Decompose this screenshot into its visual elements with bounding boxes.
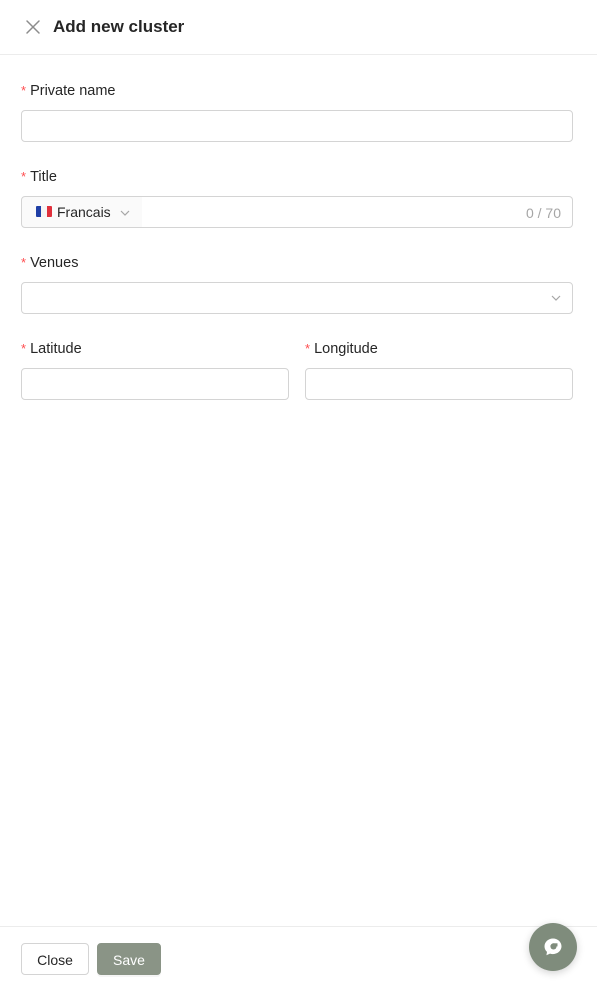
- add-cluster-drawer: Add new cluster * Private name * Title Fra…: [0, 0, 597, 991]
- required-mark: *: [305, 341, 311, 356]
- title-char-counter: 0 / 70: [525, 205, 561, 221]
- language-select-value: Francais: [57, 204, 111, 220]
- title-input[interactable]: 0 / 70: [142, 196, 573, 228]
- required-mark: *: [21, 83, 27, 98]
- close-icon[interactable]: [24, 18, 42, 36]
- required-mark: *: [21, 255, 27, 270]
- private-name-input[interactable]: [21, 110, 573, 142]
- save-button[interactable]: Save: [97, 943, 161, 975]
- private-name-label: * Private name: [21, 82, 116, 100]
- chevron-down-icon: [551, 295, 561, 301]
- latitude-label: * Latitude: [21, 340, 82, 358]
- private-name-label-text: Private name: [30, 83, 116, 99]
- drawer-footer: [0, 926, 597, 991]
- title-label: * Title: [21, 168, 57, 186]
- flag-fr-icon: [36, 206, 52, 217]
- chat-support-button[interactable]: [529, 923, 577, 971]
- close-button[interactable]: Close: [21, 943, 89, 975]
- latitude-label-text: Latitude: [30, 341, 82, 357]
- title-label-text: Title: [30, 169, 57, 185]
- language-select[interactable]: Francais: [21, 196, 143, 228]
- required-mark: *: [21, 169, 27, 184]
- drawer-title: Add new cluster: [53, 17, 185, 36]
- drawer-header: Add new cluster: [0, 0, 597, 55]
- longitude-label: * Longitude: [305, 340, 378, 358]
- venues-select[interactable]: [21, 282, 573, 314]
- venues-label-text: Venues: [30, 255, 79, 271]
- longitude-label-text: Longitude: [314, 341, 378, 357]
- chevron-down-icon: [120, 210, 130, 216]
- required-mark: *: [21, 341, 27, 356]
- latitude-input[interactable]: [21, 368, 289, 400]
- longitude-input[interactable]: [305, 368, 573, 400]
- chat-support-icon: [544, 938, 562, 956]
- venues-label: * Venues: [21, 254, 78, 272]
